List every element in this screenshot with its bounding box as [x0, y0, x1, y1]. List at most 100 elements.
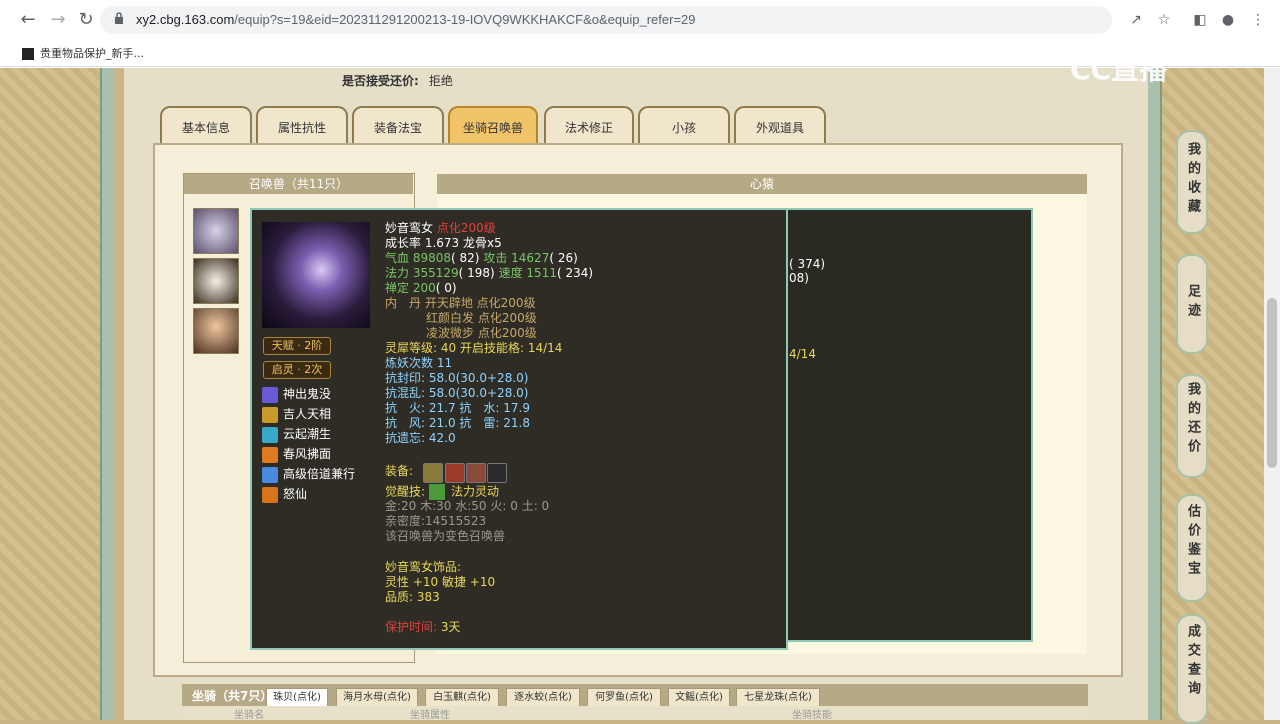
- side-nav-favorites[interactable]: 我的收藏: [1176, 130, 1208, 234]
- side-nav-label: 估价鉴宝: [1185, 504, 1200, 580]
- zen-value: 200: [412, 281, 436, 295]
- skill-name: 神出鬼没: [283, 387, 332, 401]
- tab-attributes[interactable]: 属性抗性: [256, 106, 348, 144]
- mounts-table-header: 坐骑名 坐骑属性 坐骑技能: [182, 706, 1088, 721]
- scrollbar-thumb[interactable]: [1267, 298, 1277, 468]
- skill-icon: [262, 466, 278, 483]
- tab-basic-info[interactable]: 基本信息: [160, 106, 252, 144]
- page-scrollbar[interactable]: [1264, 68, 1280, 720]
- awaken-label: 觉醒技:: [385, 484, 426, 499]
- hp-add: ( 82): [451, 251, 480, 265]
- reload-icon[interactable]: ↻: [74, 8, 98, 32]
- side-nav-label: 成交查询: [1185, 624, 1200, 700]
- protect-value: 3天: [440, 620, 461, 634]
- awaken-skill-icon: [429, 484, 446, 500]
- mount-tab[interactable]: 白玉麒(点化): [425, 688, 499, 708]
- mount-tab-label: 文鳐(点化): [675, 692, 723, 703]
- summon-thumbnail[interactable]: [193, 208, 239, 254]
- elements: 金:20 木:30 水:50 火: 0 土: 0: [385, 499, 550, 513]
- talent-text: 天赋 · 2阶: [271, 339, 323, 352]
- growth-rate: 成长率 1.673 龙骨x5: [385, 236, 502, 250]
- column-header: 坐骑技能: [792, 710, 832, 721]
- equip-label: 装备:: [385, 464, 414, 478]
- neidan-item: 凌波微步 点化200级: [426, 326, 537, 340]
- right-decoration: [1150, 68, 1280, 720]
- resist-chaos-bonus: +28.0): [487, 386, 529, 400]
- profile-icon[interactable]: ●: [1218, 10, 1238, 30]
- lock-icon: [115, 12, 123, 24]
- bg-fragment: ( 374): [789, 257, 826, 271]
- share-icon[interactable]: ↗: [1126, 10, 1146, 30]
- skill-icon: [262, 386, 278, 403]
- skill-item: 神出鬼没: [262, 385, 331, 403]
- mount-tab[interactable]: 逐水蛟(点化): [506, 688, 580, 708]
- star-icon[interactable]: ☆: [1154, 10, 1174, 30]
- resist-seal-base: 58.0(30.0: [428, 371, 487, 385]
- watermark-text: CC直播: [1070, 53, 1168, 86]
- hp-label: 气血: [385, 251, 410, 265]
- equip-slot-icon: [423, 463, 443, 483]
- lingxi-label: 灵犀等级:: [385, 341, 438, 355]
- skill-name: 春风拂面: [283, 447, 332, 461]
- side-nav-transactions[interactable]: 成交查询: [1176, 614, 1208, 724]
- tab-mounts-summons[interactable]: 坐骑召唤兽: [448, 106, 538, 144]
- resist-seal-label: 抗封印:: [385, 371, 426, 385]
- skill-name: 云起潮生: [283, 427, 332, 441]
- intimacy: 亲密度:14515523: [385, 514, 487, 528]
- spd-label: 速度: [498, 266, 523, 280]
- mp-label: 法力: [385, 266, 410, 280]
- variant-note: 该召唤兽为变色召唤兽: [385, 529, 506, 543]
- sidepanel-icon[interactable]: ◧: [1190, 10, 1210, 30]
- resist-chaos-label: 抗混乱:: [385, 386, 426, 400]
- summon-list-title: 召唤兽（共11只）: [184, 174, 413, 194]
- neidan-item: 红颜白发 点化200级: [426, 311, 537, 325]
- mount-tab[interactable]: 何罗鱼(点化): [587, 688, 661, 708]
- qiling-badge: 启灵 · 2次: [263, 361, 331, 379]
- forward-icon[interactable]: →: [46, 8, 70, 32]
- mount-tab[interactable]: 七星龙珠(点化): [736, 688, 820, 708]
- tab-label: 装备法宝: [373, 121, 422, 135]
- tab-spell-correction[interactable]: 法术修正: [544, 106, 634, 144]
- tab-child[interactable]: 小孩: [638, 106, 730, 144]
- xinyuan-title-text: 心猿: [749, 177, 774, 191]
- spd-value: 1511: [526, 266, 557, 280]
- side-nav-footprint[interactable]: 足迹: [1176, 254, 1208, 354]
- mount-tab[interactable]: 海月水母(点化): [336, 688, 418, 708]
- tab-appearance[interactable]: 外观道具: [734, 106, 826, 144]
- side-nav-appraisal[interactable]: 估价鉴宝: [1176, 494, 1208, 602]
- left-border: [100, 68, 114, 720]
- mount-tab-label: 海月水母(点化): [343, 692, 411, 703]
- xinyuan-title: 心猿: [437, 174, 1087, 194]
- resist-seal-bonus: +28.0): [487, 371, 529, 385]
- accessory-title: 妙音鸾女饰品:: [385, 560, 462, 574]
- side-nav-my-offers[interactable]: 我的还价: [1176, 374, 1208, 478]
- resist-wind-thunder: 抗 风: 21.0 抗 雷: 21.8: [385, 416, 530, 430]
- resist-fire-water: 抗 火: 21.7 抗 水: 17.9: [385, 401, 530, 415]
- skill-icon: [262, 406, 278, 423]
- bookmark-item[interactable]: 贵重物品保护_新手...: [22, 45, 144, 61]
- skill-icon: [262, 486, 278, 503]
- tab-label: 属性抗性: [277, 121, 326, 135]
- summon-portrait: [262, 222, 370, 328]
- summon-thumbnail[interactable]: [193, 258, 239, 304]
- skill-name: 怒仙: [283, 487, 308, 501]
- mount-tab-label: 何罗鱼(点化): [595, 692, 653, 703]
- address-bar[interactable]: xy2.cbg.163.com/equip?s=19&eid=202311291…: [100, 6, 1112, 34]
- mounts-title: 坐骑（共7只）: [192, 689, 273, 703]
- skill-icon: [262, 446, 278, 463]
- accept-offer-value: 拒绝: [428, 74, 453, 88]
- accessory-quality: 品质: 383: [385, 590, 440, 604]
- back-icon[interactable]: ←: [16, 8, 40, 32]
- skill-item: 高级倍道兼行: [262, 465, 355, 483]
- summon-list-title-text: 召唤兽（共11只）: [248, 177, 349, 191]
- mount-tab[interactable]: 珠贝(点化): [266, 688, 328, 708]
- summon-thumbnail[interactable]: [193, 308, 239, 354]
- side-nav-label: 足迹: [1185, 284, 1200, 322]
- tab-equipment[interactable]: 装备法宝: [352, 106, 444, 144]
- mount-tab[interactable]: 文鳐(点化): [668, 688, 730, 708]
- menu-icon[interactable]: ⋮: [1248, 10, 1268, 30]
- talent-badge: 天赋 · 2阶: [263, 337, 331, 355]
- skill-item: 春风拂面: [262, 445, 331, 463]
- address-row: ← → ↻ xy2.cbg.163.com/equip?s=19&eid=202…: [0, 0, 1280, 40]
- equip-slot-icon: [487, 463, 507, 483]
